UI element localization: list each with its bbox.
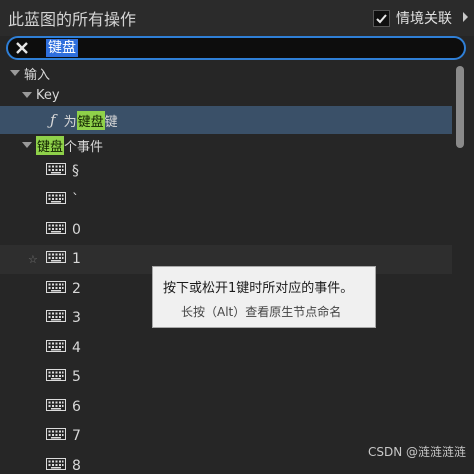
menu-header: 此蓝图的所有操作 情境关联 xyxy=(0,0,474,36)
keyboard-icon xyxy=(46,280,66,297)
tooltip-description: 按下或松开1键时所对应的事件。 xyxy=(163,281,354,296)
key-event-item[interactable]: ` xyxy=(0,186,452,215)
action-label-prefix: 为 xyxy=(63,114,77,130)
search-match-highlight: 键盘 xyxy=(36,135,65,155)
watermark: CSDN @涟涟涟涟 xyxy=(367,445,466,459)
collapse-triangle-icon[interactable] xyxy=(22,142,32,148)
context-sensitive-toggle[interactable]: 情境关联 xyxy=(373,8,452,28)
collapse-triangle-icon[interactable] xyxy=(22,92,32,98)
search-box[interactable]: 键盘 xyxy=(6,36,466,60)
search-input[interactable]: 键盘 xyxy=(46,39,78,57)
scrollbar-thumb[interactable] xyxy=(456,66,464,148)
favorite-star-icon[interactable]: ☆ xyxy=(28,253,38,266)
key-label: § xyxy=(72,162,79,179)
clear-search-icon[interactable] xyxy=(15,41,29,55)
key-label: 2 xyxy=(72,280,81,297)
keyboard-icon xyxy=(46,221,66,238)
key-label: 3 xyxy=(72,310,81,326)
keyboard-icon xyxy=(46,251,66,267)
context-sensitive-label: 情境关联 xyxy=(396,11,452,27)
key-event-item[interactable]: 6 xyxy=(0,392,452,421)
category-label: 输入 xyxy=(24,67,51,83)
key-label: 5 xyxy=(72,369,81,385)
menu-title: 此蓝图的所有操作 xyxy=(8,10,137,29)
action-item-keyboard-key[interactable]: ƒ 为 键盘 键 xyxy=(0,106,452,134)
key-event-item[interactable]: 4 xyxy=(0,333,452,362)
scrollbar[interactable] xyxy=(456,66,464,474)
keyboard-icon xyxy=(46,162,66,179)
key-label: 4 xyxy=(72,339,81,356)
subcategory-label: Key xyxy=(36,87,60,103)
category-keyboard-events[interactable]: 键盘 个事件 xyxy=(0,134,452,156)
key-event-item[interactable]: § xyxy=(0,156,452,185)
search-match-highlight: 键盘 xyxy=(76,110,105,130)
key-label: 6 xyxy=(72,398,81,415)
key-label: 7 xyxy=(72,428,81,444)
keyboard-icon xyxy=(46,398,66,415)
keyboard-icon xyxy=(46,369,66,385)
collapse-triangle-icon[interactable] xyxy=(10,70,20,76)
tooltip: 按下或松开1键时所对应的事件。 长按（Alt）查看原生节点命名 xyxy=(152,266,376,328)
keyboard-icon xyxy=(46,457,66,474)
tooltip-hint: 长按（Alt）查看原生节点命名 xyxy=(181,305,342,319)
keyboard-icon xyxy=(46,428,66,444)
expand-arrow-icon[interactable] xyxy=(463,12,468,22)
function-icon: ƒ xyxy=(50,111,56,129)
key-label: ` xyxy=(72,192,79,208)
subcategory-key[interactable]: Key xyxy=(0,84,452,106)
keyboard-icon xyxy=(46,192,66,208)
blueprint-action-menu: 此蓝图的所有操作 情境关联 键盘 输入 Key ƒ 为 键盘 键 键盘 个事件 … xyxy=(0,0,474,474)
key-label: 0 xyxy=(72,221,81,238)
action-label-suffix: 键 xyxy=(104,114,118,130)
key-label: 1 xyxy=(72,251,81,267)
context-sensitive-checkbox[interactable] xyxy=(373,9,390,27)
keyboard-icon xyxy=(46,339,66,356)
keyboard-icon xyxy=(46,310,66,326)
category-input[interactable]: 输入 xyxy=(0,62,452,84)
key-event-item[interactable]: 0 xyxy=(0,215,452,244)
key-event-item[interactable]: 5 xyxy=(0,363,452,392)
checkmark-icon xyxy=(376,13,387,23)
category-label-suffix: 个事件 xyxy=(64,139,104,155)
key-label: 8 xyxy=(72,457,81,474)
